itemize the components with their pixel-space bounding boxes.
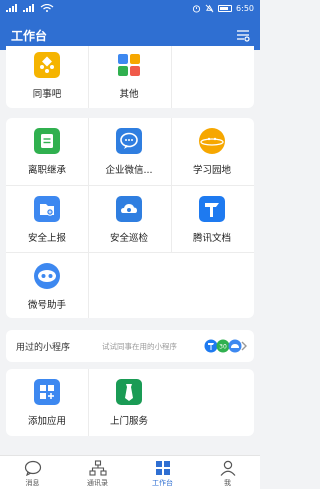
nav-label: 工作台 xyxy=(152,479,173,487)
signal-icon xyxy=(23,4,34,12)
bottom-nav: 消息 通讯录 工作台 我 xyxy=(0,455,260,489)
app-other[interactable]: 其他 xyxy=(88,52,170,100)
page-title: 工作台 xyxy=(11,29,48,43)
app-door-service[interactable]: 上门服务 xyxy=(88,379,170,427)
nav-contacts[interactable]: 通讯录 xyxy=(65,460,130,488)
app-learning[interactable]: 学习园地 xyxy=(171,128,253,176)
status-bar: 6:50 xyxy=(0,0,260,20)
app-security-inspection[interactable]: 安全巡检 xyxy=(88,196,170,244)
app-label: 腾讯文档 xyxy=(192,233,231,244)
app-label: 微号助手 xyxy=(27,300,66,311)
mini-programs-title: 用过的小程序 xyxy=(16,343,71,353)
recent-mini-programs[interactable]: 用过的小程序 试试同事在用的小程序 30 xyxy=(6,330,254,362)
signal-icon xyxy=(6,4,17,12)
chevron-right-icon xyxy=(241,341,247,351)
other-apps-icon xyxy=(116,52,142,78)
app-grid-section-2: 离职继承 企业微信... 学习园地 安全上报 安全巡检 腾讯文档 微号助手 xyxy=(6,118,254,318)
app-label: 安全巡检 xyxy=(109,233,148,244)
workbench-icon xyxy=(155,461,170,475)
nav-profile[interactable]: 我 xyxy=(195,460,260,488)
settings-icon[interactable] xyxy=(235,27,251,43)
app-colleague-bar[interactable]: 同事吧 xyxy=(6,52,88,100)
app-resignation-inherit[interactable]: 离职继承 xyxy=(6,128,88,176)
status-time: 6:50 xyxy=(236,4,254,13)
svg-text:30: 30 xyxy=(219,344,227,351)
wechat-work-icon xyxy=(116,128,142,154)
nav-label: 通讯录 xyxy=(87,479,108,487)
app-grid-section-3: 添加应用 上门服务 xyxy=(6,369,254,436)
status-right: 6:50 xyxy=(192,4,254,13)
status-signals xyxy=(6,4,54,12)
profile-icon xyxy=(220,460,235,476)
alarm-icon xyxy=(192,5,201,13)
app-label: 企业微信... xyxy=(105,165,153,176)
app-wechat-assistant[interactable]: 微号助手 xyxy=(6,263,88,311)
nav-label: 我 xyxy=(224,479,231,487)
app-label: 学习园地 xyxy=(192,165,231,176)
nav-label: 消息 xyxy=(25,479,40,487)
app-label: 上门服务 xyxy=(109,416,148,427)
message-icon xyxy=(24,460,41,476)
app-label: 离职继承 xyxy=(27,165,66,176)
colleague-bar-icon xyxy=(34,52,60,78)
app-label: 安全上报 xyxy=(27,233,66,244)
app-label: 同事吧 xyxy=(32,89,62,100)
contacts-icon xyxy=(88,460,107,476)
battery-icon xyxy=(218,5,233,12)
mini-programs-hint: 试试同事在用的小程序 xyxy=(102,342,177,351)
nav-messages[interactable]: 消息 xyxy=(0,460,65,488)
app-label: 添加应用 xyxy=(27,416,66,427)
nav-workbench[interactable]: 工作台 xyxy=(130,460,195,488)
mini-program-badges-icon: 30 xyxy=(204,339,242,353)
app-label: 其他 xyxy=(119,89,139,100)
app-security-report[interactable]: 安全上报 xyxy=(6,196,88,244)
security-inspection-icon xyxy=(116,196,142,222)
app-add[interactable]: 添加应用 xyxy=(6,379,88,427)
add-app-icon xyxy=(34,379,60,405)
mute-icon xyxy=(205,4,214,13)
wechat-assistant-icon xyxy=(34,263,60,289)
app-grid-section-1: 同事吧 其他 xyxy=(6,46,254,108)
wifi-icon xyxy=(40,4,54,12)
tencent-docs-icon xyxy=(199,196,225,222)
app-tencent-docs[interactable]: 腾讯文档 xyxy=(171,196,253,244)
learning-planet-icon xyxy=(199,128,225,154)
resignation-inherit-icon xyxy=(34,128,60,154)
door-service-icon xyxy=(116,379,142,405)
app-wechat-work[interactable]: 企业微信... xyxy=(88,128,170,176)
security-report-icon xyxy=(34,196,60,222)
